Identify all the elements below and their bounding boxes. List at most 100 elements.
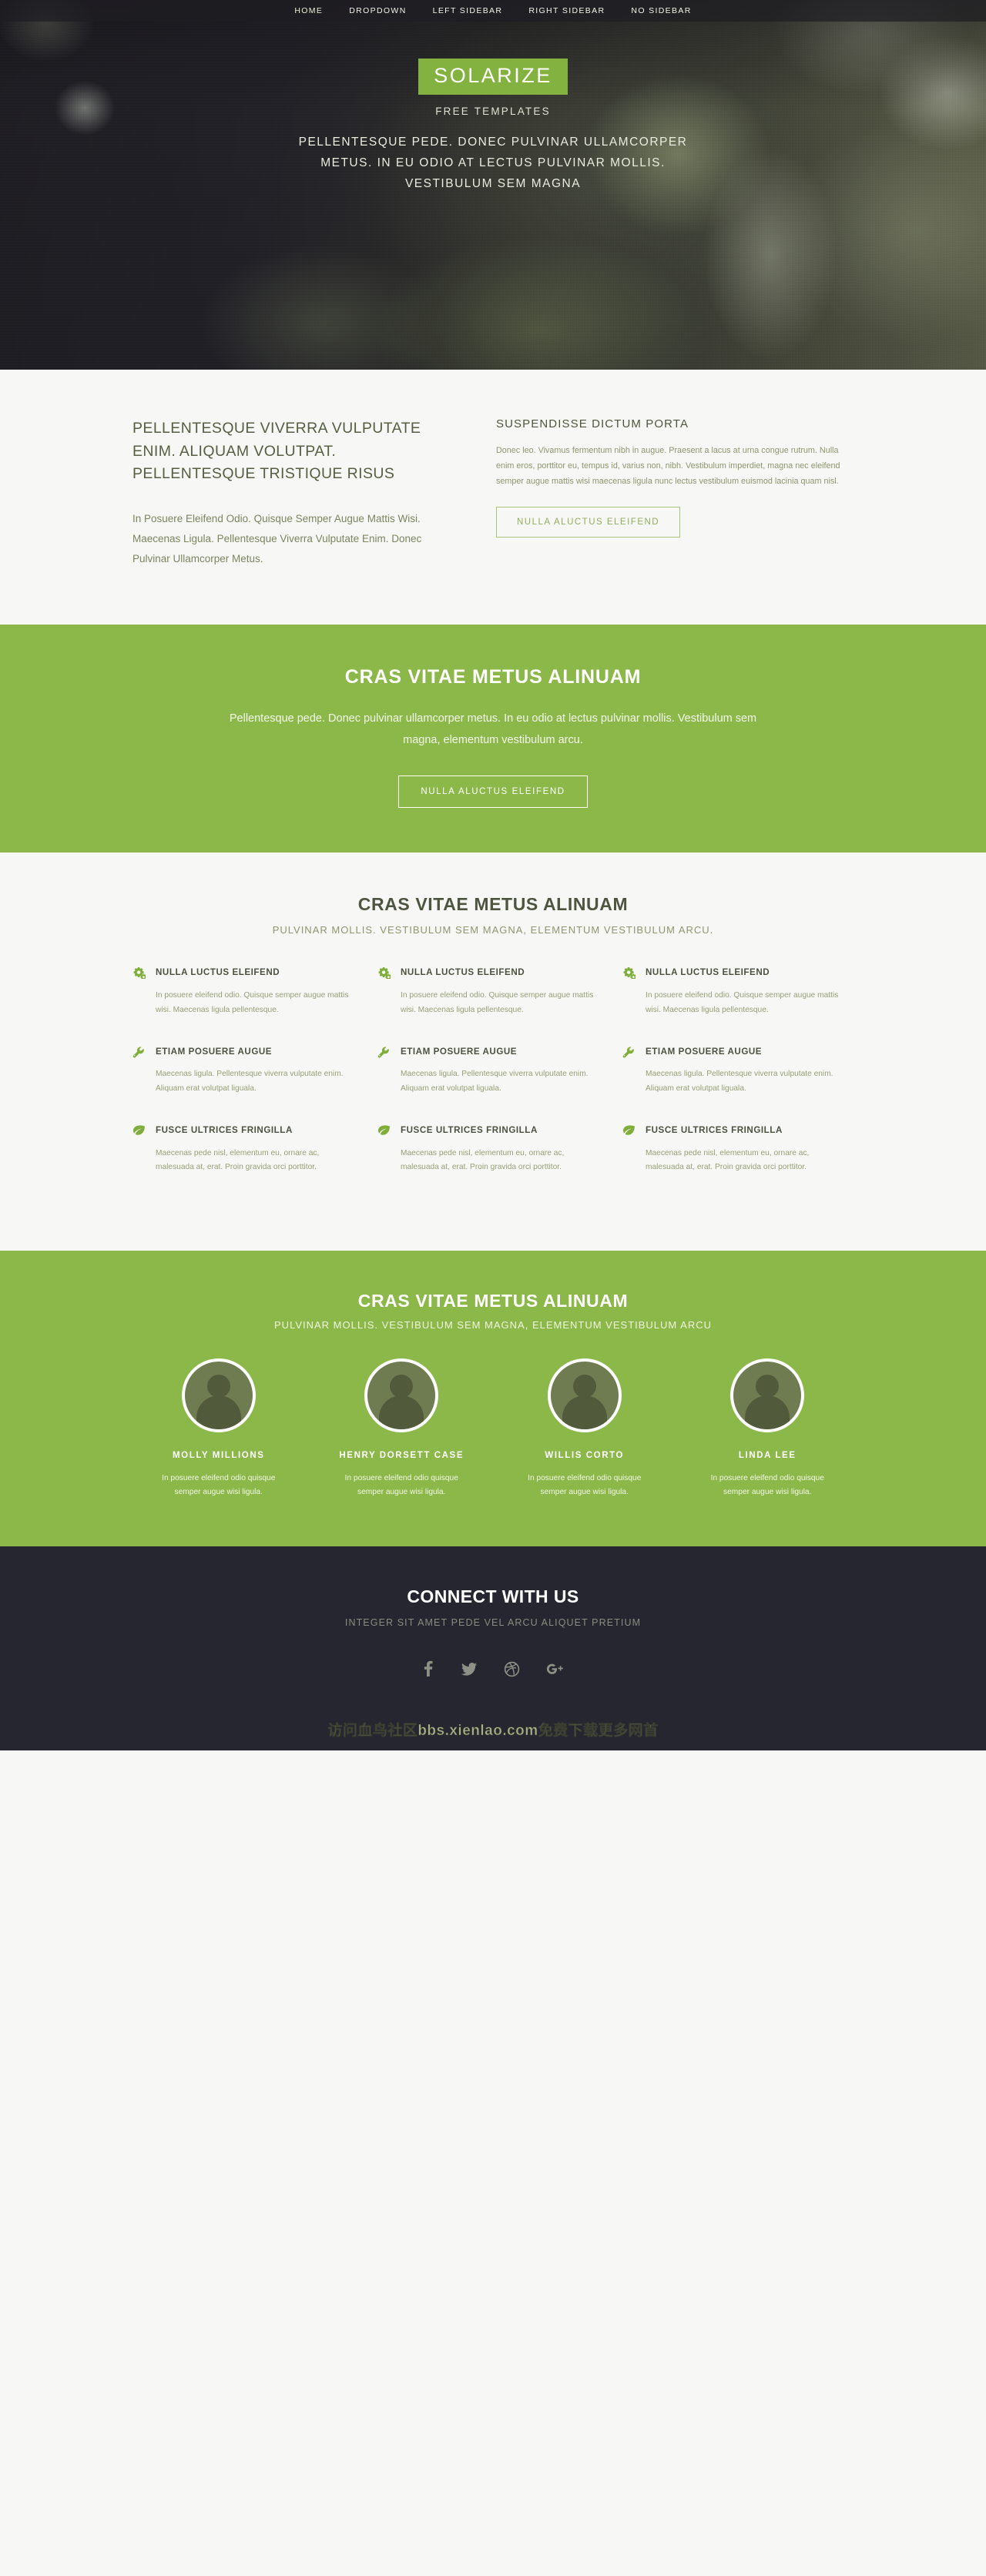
feature-body: FUSCE ULTRICES FRINGILLA Maecenas pede ni… [401, 1124, 599, 1175]
intro-right-body: Donec leo. Vivamus fermentum nibh in aug… [496, 446, 840, 486]
feature-description: In posuere eleifend odio. Quisque semper… [156, 990, 349, 1014]
hero-tagline-line-3: VESTIBULUM SEM MAGNA [404, 177, 582, 191]
feature-title: ETIAM POSUERE AUGUE [156, 1046, 273, 1057]
hero-content: SOLARIZE FREE TEMPLATES PELLENTESQUE PED… [0, 22, 986, 194]
feature-item: FUSCE ULTRICES FRINGILLA Maecenas pede ni… [132, 1124, 364, 1203]
feature-item: NULLA LUCTUS ELEIFEND In posuere eleifend… [377, 966, 609, 1045]
team-member: MOLLY MILLIONS In posuere eleifend odio q… [132, 1358, 305, 1500]
facebook-icon[interactable] [421, 1660, 434, 1677]
hero-tagline-line-1: PELLENTESQUE PEDE. DONEC PULVINAR ULLAMC… [298, 136, 688, 149]
cta-band-section: CRAS VITAE METUS ALINUAM Pellentesque pe… [0, 624, 986, 853]
cta-button[interactable]: NULLA ALUCTUS ELEIFEND [398, 775, 588, 809]
feature-description: Maecenas pede nisl, elementum eu, ornare… [401, 1148, 565, 1172]
feature-title: FUSCE ULTRICES FRINGILLA [156, 1124, 293, 1135]
gears-icon [622, 966, 636, 1017]
feature-body: ETIAM POSUERE AUGUE Maecenas ligula. Pell… [401, 1046, 599, 1097]
hero-subtitle: FREE TEMPLATES [435, 106, 551, 117]
feature-body: FUSCE ULTRICES FRINGILLA Maecenas pede ni… [646, 1124, 844, 1175]
watermark-text: 访问血鸟社区bbs.xienlao.com免费下载更多网首 [327, 1723, 659, 1740]
team-heading: CRAS VITAE METUS ALINUAM [357, 1291, 629, 1311]
wrench-icon [622, 1046, 636, 1097]
nav-item-right-sidebar[interactable]: RIGHT SIDEBAR [528, 6, 605, 15]
feature-body: ETIAM POSUERE AUGUE Maecenas ligula. Pell… [646, 1046, 844, 1097]
wrench-icon [377, 1046, 391, 1097]
feature-title: ETIAM POSUERE AUGUE [646, 1046, 763, 1057]
gears-icon [132, 966, 146, 1017]
feature-item: NULLA LUCTUS ELEIFEND In posuere eleifend… [132, 966, 364, 1045]
intro-left-body: In Posuere Eleifend Odio. Quisque Semper… [132, 512, 422, 564]
intro-right-column: SUSPENDISSE DICTUM PORTA Donec leo. Viva… [496, 417, 854, 569]
feature-body: ETIAM POSUERE AUGUE Maecenas ligula. Pell… [156, 1046, 354, 1097]
feature-title: ETIAM POSUERE AUGUE [401, 1046, 518, 1057]
cta-body: Pellentesque pede. Donec pulvinar ullamc… [229, 712, 757, 746]
feature-description: In posuere eleifend odio. Quisque semper… [646, 990, 839, 1014]
avatar [730, 1358, 805, 1433]
feature-description: Maecenas ligula. Pellentesque viverra vu… [156, 1070, 344, 1094]
team-member-description: In posuere eleifend odio quisque semper … [528, 1473, 642, 1497]
social-links [0, 1660, 986, 1677]
feature-title: NULLA LUCTUS ELEIFEND [156, 967, 280, 978]
intro-right-heading: SUSPENDISSE DICTUM PORTA [496, 417, 689, 430]
nav-item-home[interactable]: HOME [294, 6, 323, 15]
footer-subheading: INTEGER SIT AMET PEDE VEL ARCU ALIQUET P… [344, 1617, 642, 1629]
wrench-icon [132, 1046, 146, 1097]
feature-description: Maecenas pede nisl, elementum eu, ornare… [646, 1148, 810, 1172]
gears-icon [377, 966, 391, 1017]
feature-description: Maecenas pede nisl, elementum eu, ornare… [156, 1148, 320, 1172]
leaf-icon [377, 1124, 391, 1175]
team-member-description: In posuere eleifend odio quisque semper … [344, 1473, 458, 1497]
feature-title: FUSCE ULTRICES FRINGILLA [401, 1124, 538, 1135]
feature-title: NULLA LUCTUS ELEIFEND [646, 967, 770, 978]
nav-item-dropdown[interactable]: DROPDOWN [349, 6, 406, 15]
feature-item: FUSCE ULTRICES FRINGILLA Maecenas pede ni… [377, 1124, 609, 1203]
intro-left-column: PELLENTESQUE VIVERRA VULPUTATE ENIM. ALI… [132, 417, 444, 569]
team-section: CRAS VITAE METUS ALINUAM PULVINAR MOLLIS… [0, 1251, 986, 1547]
site-logo[interactable]: SOLARIZE [418, 59, 568, 95]
leaf-icon [622, 1124, 636, 1175]
intro-left-heading: PELLENTESQUE VIVERRA VULPUTATE ENIM. ALI… [132, 420, 421, 483]
features-heading: CRAS VITAE METUS ALINUAM [357, 894, 629, 915]
feature-item: ETIAM POSUERE AUGUE Maecenas ligula. Pell… [132, 1046, 364, 1124]
feature-item: FUSCE ULTRICES FRINGILLA Maecenas pede ni… [622, 1124, 854, 1203]
google-plus-icon[interactable] [546, 1661, 565, 1677]
hero-tagline-line-2: METUS. IN EU ODIO AT LECTUS PULVINAR MOL… [320, 156, 666, 170]
feature-item: ETIAM POSUERE AUGUE Maecenas ligula. Pell… [622, 1046, 854, 1124]
team-member-description: In posuere eleifend odio quisque semper … [162, 1473, 276, 1497]
feature-description: Maecenas ligula. Pellentesque viverra vu… [401, 1070, 589, 1094]
main-navigation: HOME DROPDOWN LEFT SIDEBAR RIGHT SIDEBAR… [0, 0, 986, 22]
hero-tagline: PELLENTESQUE PEDE. DONEC PULVINAR ULLAMC… [0, 132, 986, 194]
team-member-name: LINDA LEE [738, 1451, 797, 1461]
footer-section: CONNECT WITH US INTEGER SIT AMET PEDE VE… [0, 1546, 986, 1709]
team-subheading: PULVINAR MOLLIS. VESTIBULUM SEM MAGNA, E… [274, 1319, 712, 1332]
team-member: HENRY DORSETT CASE In posuere eleifend od… [316, 1358, 488, 1500]
feature-item: ETIAM POSUERE AUGUE Maecenas ligula. Pell… [377, 1046, 609, 1124]
features-grid: NULLA LUCTUS ELEIFEND In posuere eleifend… [132, 966, 854, 1203]
feature-body: NULLA LUCTUS ELEIFEND In posuere eleifend… [401, 966, 599, 1017]
nav-item-left-sidebar[interactable]: LEFT SIDEBAR [433, 6, 503, 15]
features-section: CRAS VITAE METUS ALINUAM PULVINAR MOLLIS… [0, 853, 986, 1251]
team-member: WILLIS CORTO In posuere eleifend odio qui… [498, 1358, 671, 1500]
dribbble-icon[interactable] [504, 1661, 520, 1677]
feature-title: FUSCE ULTRICES FRINGILLA [646, 1124, 783, 1135]
intro-cta-button[interactable]: NULLA ALUCTUS ELEIFEND [496, 506, 681, 538]
feature-description: In posuere eleifend odio. Quisque semper… [401, 990, 594, 1014]
footer-heading: CONNECT WITH US [407, 1586, 579, 1607]
nav-item-no-sidebar[interactable]: NO SIDEBAR [631, 6, 691, 15]
watermark-bar: 访问血鸟社区bbs.xienlao.com免费下载更多网首 [0, 1708, 986, 1751]
avatar [547, 1358, 622, 1433]
feature-body: NULLA LUCTUS ELEIFEND In posuere eleifend… [156, 966, 354, 1017]
cta-heading: CRAS VITAE METUS ALINUAM [344, 665, 642, 688]
team-grid: MOLLY MILLIONS In posuere eleifend odio q… [132, 1358, 854, 1500]
feature-body: FUSCE ULTRICES FRINGILLA Maecenas pede ni… [156, 1124, 354, 1175]
feature-title: NULLA LUCTUS ELEIFEND [401, 967, 525, 978]
feature-body: NULLA LUCTUS ELEIFEND In posuere eleifend… [646, 966, 844, 1017]
team-member-name: HENRY DORSETT CASE [339, 1451, 464, 1461]
avatar [364, 1358, 439, 1433]
twitter-icon[interactable] [461, 1660, 478, 1677]
hero-banner: HOME DROPDOWN LEFT SIDEBAR RIGHT SIDEBAR… [0, 0, 986, 370]
team-member-name: WILLIS CORTO [545, 1451, 625, 1461]
team-member: LINDA LEE In posuere eleifend odio quisqu… [682, 1358, 854, 1500]
features-subheading: PULVINAR MOLLIS. VESTIBULUM SEM MAGNA, E… [272, 924, 714, 936]
team-member-description: In posuere eleifend odio quisque semper … [710, 1473, 824, 1497]
feature-item: NULLA LUCTUS ELEIFEND In posuere eleifend… [622, 966, 854, 1045]
